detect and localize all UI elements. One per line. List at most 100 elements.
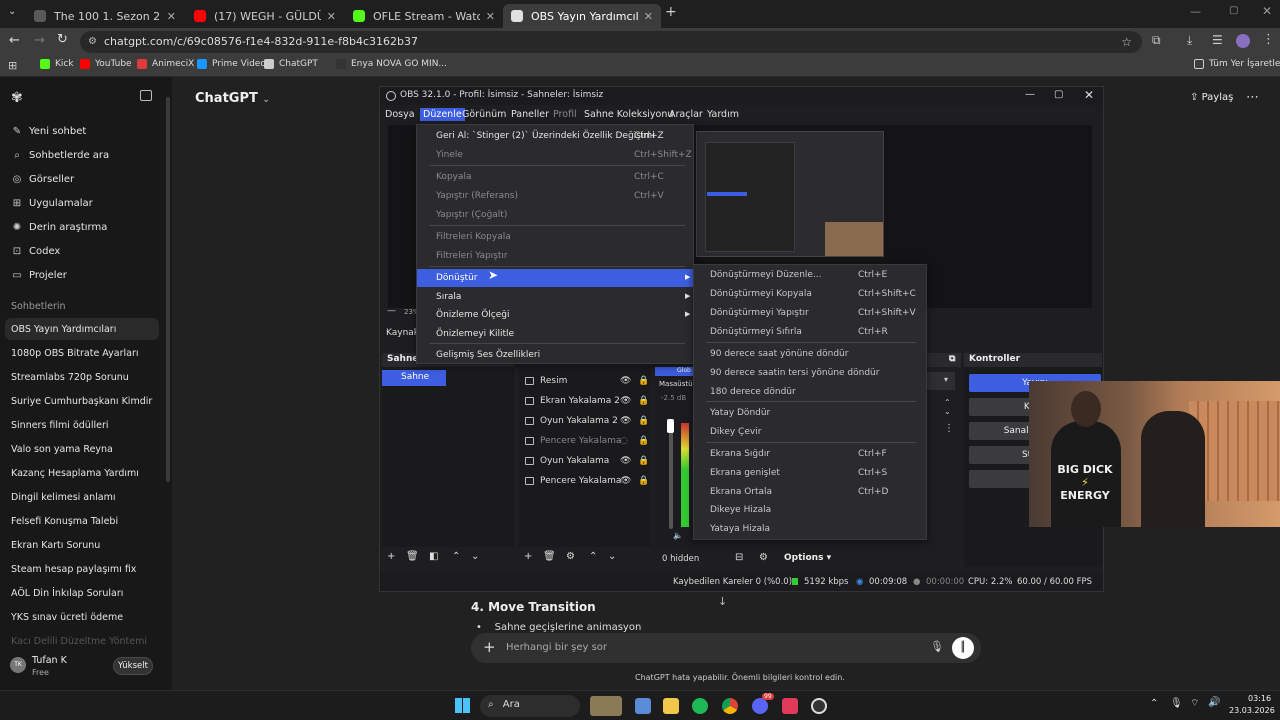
- sidebar-scrollbar[interactable]: [166, 97, 170, 482]
- source-down-icon[interactable]: ⌄: [608, 551, 616, 562]
- lock-icon[interactable]: 🔒: [638, 396, 649, 406]
- extensions-icon[interactable]: ⧉: [1152, 33, 1161, 48]
- edit-menu-item[interactable]: Yapıştır (Çoğalt): [417, 206, 693, 224]
- transform-menu-item[interactable]: Dönüştürmeyi Sıfırla Ctrl+R: [694, 323, 926, 341]
- close-tab-icon[interactable]: ✕: [644, 10, 653, 23]
- transition-dropdown[interactable]: ▾: [925, 372, 955, 390]
- mute-icon[interactable]: 🔈: [673, 531, 683, 540]
- more-options-icon[interactable]: ⋯: [1246, 90, 1259, 105]
- chat-history-item[interactable]: Kaçı Delili Düzeltme Yöntemi: [11, 636, 147, 644]
- edit-menu-item[interactable]: Geri Al: `Stinger (2)` Üzerindeki Özelli…: [417, 127, 693, 145]
- edit-menu-item[interactable]: Önizlemeyi Kilitle: [417, 325, 693, 343]
- obs-close-icon[interactable]: ✕: [1084, 88, 1094, 102]
- browser-tab-2[interactable]: (17) WEGH - GÜLDÜĞÜN GÜN ✕: [186, 4, 344, 28]
- eye-icon[interactable]: 👁: [620, 476, 631, 486]
- chat-history-item[interactable]: Valo son yama Reyna: [11, 444, 113, 455]
- share-button[interactable]: ⇪ Paylaş: [1190, 92, 1233, 103]
- source-up-icon[interactable]: ⌃: [589, 551, 597, 562]
- source-settings-icon[interactable]: ⚙: [566, 551, 575, 562]
- eye-icon[interactable]: 👁: [620, 456, 631, 466]
- openai-logo-icon[interactable]: ✾: [11, 90, 23, 106]
- source-item[interactable]: Pencere Yakalama ◌ 🔒: [525, 436, 649, 446]
- chat-history-item[interactable]: Sinners filmi ödülleri: [11, 420, 109, 431]
- mixer-settings-icon[interactable]: ⚙: [759, 552, 768, 563]
- source-item[interactable]: Oyun Yakalama 👁 🔒: [525, 456, 649, 466]
- close-tab-icon[interactable]: ✕: [167, 10, 176, 23]
- back-icon[interactable]: ←: [9, 33, 20, 48]
- taskbar-spotify-icon[interactable]: [692, 698, 708, 714]
- chat-history-item[interactable]: OBS Yayın Yardımcıları: [11, 324, 116, 335]
- close-tab-icon[interactable]: ✕: [486, 10, 495, 23]
- all-bookmarks-link[interactable]: Tüm Yer İşaretleri: [1194, 59, 1280, 69]
- edit-menu-item[interactable]: Yinele Ctrl+Shift+Z: [417, 146, 693, 164]
- transform-menu-item[interactable]: Ekrana Sığdır Ctrl+F: [694, 445, 926, 463]
- transform-menu-item[interactable]: 180 derece döndür: [694, 383, 926, 401]
- taskbar-app-icon[interactable]: [782, 698, 798, 714]
- new-tab-button[interactable]: +: [665, 4, 677, 20]
- sidebar-nav-item[interactable]: ✺ Derin araştırma: [11, 222, 108, 233]
- apps-grid-icon[interactable]: ⊞: [8, 59, 17, 72]
- upgrade-button[interactable]: Yükselt: [113, 657, 153, 675]
- chat-history-item[interactable]: Steam hesap paylaşımı fix: [11, 564, 136, 575]
- transition-props-icon[interactable]: ⋮: [944, 423, 954, 434]
- obs-menu-item[interactable]: Sahne Koleksiyonu: [584, 109, 673, 120]
- sidebar-nav-item[interactable]: ⊞ Uygulamalar: [11, 198, 93, 209]
- transitions-float-icon[interactable]: ⧉: [949, 354, 955, 364]
- bookmark-item[interactable]: Prime Video: [197, 59, 266, 69]
- bookmark-item[interactable]: AnimeciX: [137, 59, 194, 69]
- media-icon[interactable]: ☰: [1212, 33, 1223, 47]
- chat-history-item[interactable]: Ekran Kartı Sorunu: [11, 540, 100, 551]
- options-button[interactable]: Options ▾: [784, 553, 831, 563]
- clock-time[interactable]: 03:16: [1248, 694, 1271, 703]
- edit-menu-item[interactable]: Önizleme Ölçeği ▶: [417, 306, 693, 324]
- chat-history-item[interactable]: Streamlabs 720p Sorunu: [11, 372, 129, 383]
- obs-menu-item[interactable]: Düzenle: [420, 108, 465, 121]
- tab-list-chevron-icon[interactable]: ⌄: [8, 6, 16, 17]
- obs-menu-item[interactable]: Dosya: [385, 109, 415, 120]
- lock-icon[interactable]: 🔒: [638, 456, 649, 466]
- bookmark-star-icon[interactable]: ☆: [1121, 31, 1132, 53]
- obs-menu-item[interactable]: Araçlar: [669, 109, 703, 120]
- volume-slider[interactable]: [669, 421, 673, 529]
- chat-history-item[interactable]: YKS sınav ücreti ödeme: [11, 612, 123, 623]
- eye-hidden-icon[interactable]: ◌: [620, 436, 628, 446]
- browser-tab-1[interactable]: The 100 1. Sezon 2. Bölüm izle ✕: [26, 4, 184, 28]
- chat-history-item[interactable]: Suriye Cumhurbaşkanı Kimdir: [11, 396, 152, 407]
- edit-menu-item[interactable]: Sırala ▶: [417, 288, 693, 306]
- edit-menu-item[interactable]: Yapıştır (Referans) Ctrl+V: [417, 187, 693, 205]
- transform-menu-item[interactable]: Dönüştürmeyi Yapıştır Ctrl+Shift+V: [694, 304, 926, 322]
- bookmark-item[interactable]: YouTube: [80, 59, 132, 69]
- source-item[interactable]: Ekran Yakalama 2 👁 🔒: [525, 396, 649, 406]
- obs-menu-item[interactable]: Paneller: [511, 109, 549, 120]
- preview-zoom-out[interactable]: —: [387, 306, 396, 316]
- toggle-sidebar-icon[interactable]: [140, 90, 152, 101]
- tray-chevron-icon[interactable]: ⌃: [1150, 698, 1158, 709]
- remove-source-icon[interactable]: 🗑: [543, 551, 556, 562]
- scene-item[interactable]: Sahne: [382, 370, 446, 386]
- taskbar-settings-icon[interactable]: [635, 698, 651, 714]
- lock-icon[interactable]: 🔒: [638, 376, 649, 386]
- tray-network-icon[interactable]: ⌔: [1190, 697, 1199, 710]
- transform-menu-item[interactable]: 90 derece saatin tersi yönüne döndür: [694, 364, 926, 382]
- user-avatar[interactable]: TK: [10, 657, 26, 673]
- obs-menu-item[interactable]: Yardım: [707, 109, 739, 120]
- message-composer[interactable]: + Herhangi bir şey sor 🎙 ║: [471, 633, 981, 663]
- windows-start-icon[interactable]: [455, 698, 470, 713]
- transform-menu-item[interactable]: Ekrana Ortala Ctrl+D: [694, 483, 926, 501]
- chat-history-item[interactable]: Kazanç Hesaplama Yardımı: [11, 468, 139, 479]
- message-input[interactable]: Herhangi bir şey sor: [506, 642, 607, 653]
- remove-scene-icon[interactable]: 🗑: [406, 551, 419, 562]
- add-scene-icon[interactable]: +: [387, 551, 395, 562]
- duration-stepper[interactable]: ⌃ ⌄: [944, 398, 951, 416]
- lock-icon[interactable]: 🔒: [638, 436, 649, 446]
- bookmark-item[interactable]: ChatGPT: [264, 59, 318, 69]
- scene-down-icon[interactable]: ⌄: [471, 551, 479, 562]
- obs-minimize-icon[interactable]: —: [1025, 89, 1035, 100]
- sidebar-nav-item[interactable]: ⊡ Codex: [11, 246, 61, 257]
- transform-menu-item[interactable]: Yatay Döndür: [694, 404, 926, 422]
- site-info-icon[interactable]: ⚙: [88, 31, 97, 53]
- chat-history-item[interactable]: Dingil kelimesi anlamı: [11, 492, 116, 503]
- reload-icon[interactable]: ↻: [57, 32, 68, 47]
- microphone-icon[interactable]: 🎙: [930, 640, 944, 653]
- lock-icon[interactable]: 🔒: [638, 416, 649, 426]
